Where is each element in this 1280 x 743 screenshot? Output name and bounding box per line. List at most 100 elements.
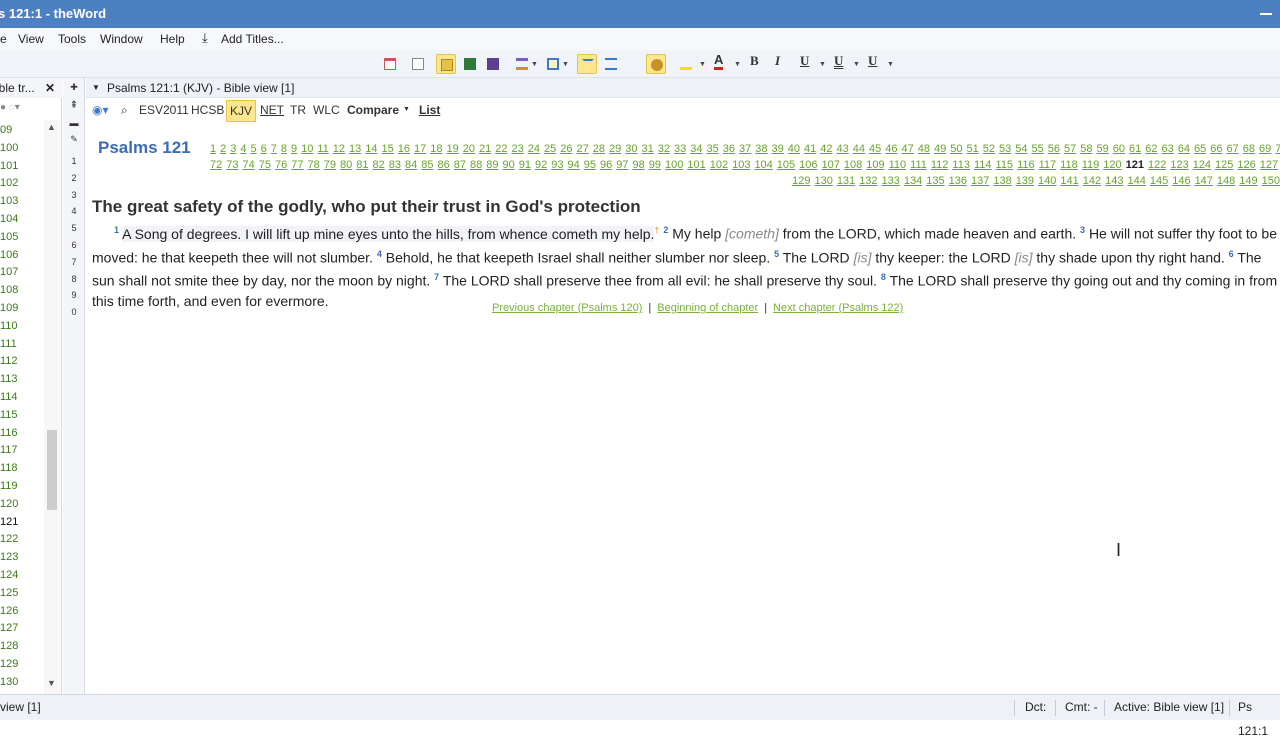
scroll-sync-icon[interactable]: [577, 54, 597, 74]
book-green-icon[interactable]: [460, 54, 480, 74]
chapter-link[interactable]: 46: [885, 143, 897, 155]
chapter-link[interactable]: 24: [528, 143, 540, 155]
copy-icon[interactable]: [408, 54, 428, 74]
chapter-link[interactable]: 116: [1017, 159, 1035, 171]
verse-list-item[interactable]: 117: [0, 442, 18, 460]
translation-tr[interactable]: TR: [290, 98, 306, 122]
chapter-link[interactable]: 21: [479, 143, 491, 155]
chapter-link[interactable]: 29: [609, 143, 621, 155]
chapter-link[interactable]: 139: [1016, 175, 1034, 187]
verse-list-item[interactable]: 112: [0, 353, 18, 371]
beginning-of-chapter-link[interactable]: Beginning of chapter: [657, 302, 758, 314]
verse-5a[interactable]: The LORD: [783, 249, 854, 265]
chapter-link[interactable]: 3: [230, 143, 236, 155]
verse-list-item[interactable]: 130: [0, 674, 18, 692]
chapter-link[interactable]: 142: [1083, 175, 1101, 187]
chapter-link[interactable]: 117: [1039, 159, 1057, 171]
chapter-link[interactable]: 110: [889, 159, 907, 171]
chapter-link[interactable]: 90: [503, 159, 515, 171]
verse-number[interactable]: 8: [881, 272, 886, 282]
chapter-link[interactable]: 10: [301, 143, 313, 155]
book-purple-icon[interactable]: [483, 54, 503, 74]
chapter-link[interactable]: 78: [308, 159, 320, 171]
verse-number[interactable]: 3: [1080, 225, 1085, 235]
palette-icon[interactable]: [646, 54, 666, 74]
layout-dropdown-icon[interactable]: ▼: [531, 61, 538, 68]
chapter-link[interactable]: 23: [512, 143, 524, 155]
chapter-link[interactable]: 28: [593, 143, 605, 155]
verse-list-item[interactable]: 114: [0, 389, 18, 407]
chapter-link[interactable]: 37: [739, 143, 751, 155]
chapter-link[interactable]: 108: [844, 159, 862, 171]
verse-number[interactable]: 6: [1229, 249, 1234, 259]
underline-button[interactable]: U: [800, 53, 809, 69]
chapter-link[interactable]: 76: [275, 159, 287, 171]
chapter-link[interactable]: 16: [398, 143, 410, 155]
chapter-link[interactable]: 135: [926, 175, 944, 187]
verse-list-item[interactable]: 103: [0, 193, 18, 211]
scrollbar-thumb[interactable]: [47, 430, 57, 510]
chapter-link[interactable]: 85: [421, 159, 433, 171]
options-icon[interactable]: ● ◌▾: [0, 102, 20, 113]
chapter-link[interactable]: 40: [788, 143, 800, 155]
verse-2a[interactable]: My help: [672, 226, 725, 242]
chapter-link[interactable]: 36: [723, 143, 735, 155]
menu-view[interactable]: View: [18, 32, 44, 46]
scroll-down-icon[interactable]: ▼: [47, 678, 56, 688]
chapter-link[interactable]: 140: [1038, 175, 1056, 187]
chapter-link[interactable]: 75: [259, 159, 271, 171]
close-icon[interactable]: ✕: [45, 78, 55, 98]
sync-icon[interactable]: [436, 54, 456, 74]
chapter-link[interactable]: 120: [1103, 159, 1121, 171]
panel-dropdown-icon[interactable]: ▼: [562, 61, 569, 68]
chapter-link[interactable]: 136: [949, 175, 967, 187]
chapter-link[interactable]: 58: [1080, 143, 1092, 155]
chapter-link[interactable]: 144: [1127, 175, 1145, 187]
chapter-link[interactable]: 42: [820, 143, 832, 155]
font-color-button[interactable]: A: [714, 53, 724, 70]
chapter-link[interactable]: 100: [665, 159, 683, 171]
verse-list-item[interactable]: 110: [0, 318, 18, 336]
chapter-link[interactable]: 27: [577, 143, 589, 155]
chapter-link[interactable]: 80: [340, 159, 352, 171]
panel-icon[interactable]: [543, 54, 563, 74]
chapter-link[interactable]: 14: [365, 143, 377, 155]
chapter-link[interactable]: 113: [952, 159, 970, 171]
chapter-link[interactable]: 143: [1105, 175, 1123, 187]
verse-list-item[interactable]: 109: [0, 300, 18, 318]
chapter-link[interactable]: 61: [1129, 143, 1141, 155]
chapter-link[interactable]: 17: [414, 143, 426, 155]
menu-tools[interactable]: Tools: [58, 32, 86, 46]
verse-number[interactable]: 5: [774, 249, 779, 259]
underline-style-dropdown-icon[interactable]: ▼: [887, 61, 894, 68]
chapter-link[interactable]: 65: [1194, 143, 1206, 155]
chapter-link[interactable]: 57: [1064, 143, 1076, 155]
chapter-link[interactable]: 137: [971, 175, 989, 187]
verse-list-item[interactable]: 09: [0, 122, 18, 140]
chapter-link[interactable]: 148: [1217, 175, 1235, 187]
chapter-link[interactable]: 66: [1210, 143, 1222, 155]
chapter-link[interactable]: 1: [210, 143, 216, 155]
chapter-link[interactable]: 26: [560, 143, 572, 155]
prev-chapter-link[interactable]: Previous chapter (Psalms 120): [492, 302, 642, 314]
chapter-link[interactable]: 18: [430, 143, 442, 155]
footnote-marker[interactable]: †: [654, 225, 659, 235]
fish-icon[interactable]: ◉▾: [92, 98, 109, 122]
translation-esv2011[interactable]: ESV2011: [139, 98, 189, 122]
chapter-link[interactable]: 19: [447, 143, 459, 155]
chapter-link[interactable]: 125: [1215, 159, 1233, 171]
chapter-link[interactable]: 124: [1193, 159, 1211, 171]
chapter-link[interactable]: 4: [240, 143, 246, 155]
chapter-link[interactable]: 69: [1259, 143, 1271, 155]
chapter-link[interactable]: 87: [454, 159, 466, 171]
chapter-link[interactable]: 77: [291, 159, 303, 171]
verse-1[interactable]: A Song of degrees. I will lift up mine e…: [122, 225, 655, 242]
chapter-link[interactable]: 106: [799, 159, 817, 171]
translation-kjv[interactable]: KJV: [226, 100, 257, 122]
menu-help[interactable]: Help: [160, 32, 185, 46]
chapter-link[interactable]: 107: [822, 159, 840, 171]
calendar-icon[interactable]: [380, 54, 400, 74]
menu-file[interactable]: e: [0, 32, 7, 46]
chapter-link[interactable]: 32: [658, 143, 670, 155]
verse-5b[interactable]: thy keeper: the LORD: [871, 249, 1014, 265]
